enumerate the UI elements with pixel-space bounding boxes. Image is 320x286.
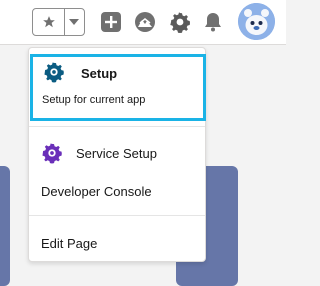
menu-divider bbox=[29, 215, 205, 216]
service-gear-icon bbox=[42, 143, 62, 164]
background-card bbox=[0, 166, 10, 286]
chevron-down-icon bbox=[69, 19, 79, 25]
setup-gear-button[interactable] bbox=[168, 10, 192, 34]
developer-console-menu-item[interactable]: Developer Console bbox=[41, 181, 217, 201]
menu-item-label: Service Setup bbox=[76, 145, 157, 161]
global-header bbox=[0, 0, 286, 45]
trailhead-icon bbox=[135, 12, 155, 32]
menu-item-label: Edit Page bbox=[41, 235, 98, 251]
global-actions-button[interactable] bbox=[100, 11, 122, 33]
setup-subtitle: Setup for current app bbox=[42, 94, 146, 106]
favorites-button[interactable] bbox=[33, 9, 65, 35]
star-icon bbox=[42, 16, 55, 28]
astro-avatar-icon bbox=[238, 3, 275, 40]
edit-page-menu-item[interactable]: Edit Page bbox=[41, 233, 217, 253]
gear-icon bbox=[170, 12, 190, 34]
menu-item-label: Developer Console bbox=[41, 183, 152, 199]
favorites-group bbox=[32, 8, 85, 36]
plus-icon bbox=[101, 12, 121, 32]
favorites-menu-button[interactable] bbox=[64, 9, 84, 35]
menu-divider bbox=[29, 126, 205, 127]
setup-title: Setup bbox=[81, 66, 118, 81]
bell-icon bbox=[205, 13, 221, 32]
guidance-center-button[interactable] bbox=[134, 11, 156, 33]
setup-menu-item[interactable]: Setup Setup for current app bbox=[30, 54, 206, 121]
avatar[interactable] bbox=[238, 3, 275, 40]
notifications-button[interactable] bbox=[202, 11, 224, 33]
setup-gear-icon bbox=[44, 62, 64, 83]
service-setup-menu-item[interactable]: Service Setup bbox=[41, 143, 217, 164]
